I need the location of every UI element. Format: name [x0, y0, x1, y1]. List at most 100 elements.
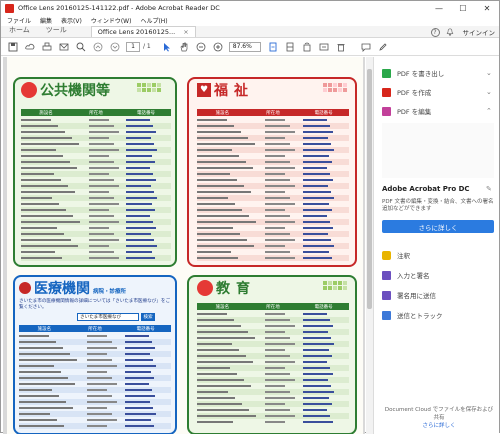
minimize-button[interactable]: —: [427, 1, 451, 15]
pen-icon[interactable]: [377, 41, 389, 53]
section-education-title: 教育: [197, 279, 256, 297]
toolbar: 1 / 1 87.6%: [1, 38, 499, 56]
section-title-text: 公共機関等: [40, 83, 110, 99]
comment-icon: [382, 250, 391, 260]
table-education: [197, 311, 349, 425]
promo-title: Adobe Acrobat Pro DC: [382, 185, 470, 193]
menu-view[interactable]: 表示(V): [61, 16, 82, 25]
vertical-scrollbar[interactable]: [366, 57, 373, 434]
learn-more-button[interactable]: さらに詳しく: [382, 220, 494, 233]
col-phone: 電話番号: [314, 304, 333, 310]
table-public: [21, 117, 171, 261]
section-public-title: 公共機関等: [21, 81, 110, 99]
menu-help[interactable]: ヘルプ(H): [140, 16, 167, 25]
delete-icon[interactable]: [335, 41, 347, 53]
read-mode-icon[interactable]: [318, 41, 330, 53]
medical-search-box: さいたま市医療なび: [77, 313, 139, 321]
menu-file[interactable]: ファイル: [7, 16, 31, 25]
table-row: [19, 423, 171, 429]
zoom-level-select[interactable]: 87.6%: [228, 41, 261, 52]
section-title-text: 教育: [216, 281, 256, 297]
sign-in-link[interactable]: サインイン: [463, 27, 496, 37]
save-icon[interactable]: [7, 41, 19, 53]
tab-home[interactable]: ホーム: [1, 25, 38, 37]
footer-text: Document Cloud でファイルを保存および共有: [384, 407, 494, 421]
deco-squares: [323, 83, 347, 92]
table-header-welfare: 施設名 所在地 電話番号: [197, 109, 349, 116]
tab-close-icon[interactable]: ×: [183, 28, 188, 36]
col-facility: 施設名: [215, 304, 230, 310]
fill-sign-tool[interactable]: 入力と署名: [382, 269, 430, 281]
close-button[interactable]: ✕: [475, 1, 499, 15]
col-facility: 施設名: [215, 110, 230, 116]
zoom-in-icon[interactable]: [212, 41, 224, 53]
col-phone: 電話番号: [137, 110, 155, 116]
edit-pdf-icon: [382, 106, 391, 116]
chevron-down-icon: ⌄: [486, 88, 492, 96]
col-phone: 電話番号: [314, 110, 333, 116]
page-number-input[interactable]: 1: [126, 41, 140, 52]
send-track-icon: [382, 310, 391, 320]
tab-document[interactable]: Office Lens 20160125... ×: [90, 26, 196, 37]
scroll-mode-icon[interactable]: [284, 41, 296, 53]
document-viewport[interactable]: 公共機関等 施設名 所在地 電話番号 ♥ 福祉 施設名 所在地 電話番号 医療機…: [3, 57, 365, 434]
title-bar: Office Lens 20160125-141122.pdf - Adobe …: [1, 1, 499, 15]
fit-page-icon[interactable]: [267, 41, 279, 53]
comment-tool[interactable]: 注釈: [382, 249, 410, 261]
menu-edit[interactable]: 編集: [40, 16, 52, 25]
footer-learn-more-link[interactable]: さらに詳しく: [384, 422, 494, 430]
page-total: / 1: [143, 43, 151, 50]
export-pdf-label: PDF を書き出し: [397, 70, 445, 78]
edit-pdf-item[interactable]: PDF を編集 ⌃: [382, 105, 492, 117]
prev-page-icon[interactable]: [92, 41, 104, 53]
notification-icon[interactable]: [446, 28, 455, 37]
deco-squares: [137, 83, 161, 92]
promo-description: PDF 文書の編集・変換・結合、文書への署名追加などができます: [382, 199, 494, 212]
edit-pdf-label: PDF を編集: [397, 108, 432, 116]
search-icon[interactable]: [75, 41, 87, 53]
mascot-icon: [21, 82, 37, 98]
next-page-icon[interactable]: [109, 41, 121, 53]
section-title-text: 福祉: [214, 83, 254, 99]
print-icon[interactable]: [41, 41, 53, 53]
document-cloud-footer: Document Cloud でファイルを保存および共有 さらに詳しく: [384, 406, 494, 430]
send-track-label: 送信とトラック: [397, 312, 443, 320]
email-icon[interactable]: [58, 41, 70, 53]
section-welfare-title: ♥ 福祉: [197, 81, 254, 99]
right-tools-pane: PDF を書き出し ⌄ PDF を作成 ⌄ PDF を編集 ⌃ Adobe Ac…: [373, 57, 499, 434]
fill-sign-icon: [382, 270, 391, 280]
pdf-page: 公共機関等 施設名 所在地 電話番号 ♥ 福祉 施設名 所在地 電話番号 医療機…: [7, 57, 363, 434]
hand-tool-icon[interactable]: [178, 41, 190, 53]
section-subtitle: 病院・診療所: [93, 289, 127, 295]
col-address: 所在地: [88, 326, 102, 332]
rotate-icon[interactable]: [301, 41, 313, 53]
upload-icon[interactable]: [24, 41, 36, 53]
col-address: 所在地: [266, 304, 280, 310]
scrollbar-thumb[interactable]: [367, 69, 372, 309]
menu-window[interactable]: ウィンドウ(W): [91, 16, 132, 25]
help-icon[interactable]: ?: [430, 27, 440, 37]
zoom-out-icon[interactable]: [195, 41, 207, 53]
welfare-icon: ♥: [197, 83, 211, 97]
acrobat-window: Office Lens 20160125-141122.pdf - Adobe …: [0, 0, 500, 434]
deco-squares: [323, 281, 347, 290]
menu-bar: ファイル 編集 表示(V) ウィンドウ(W) ヘルプ(H): [1, 15, 499, 26]
table-header-medical: 施設名 所在地 電話番号: [19, 325, 171, 332]
tab-bar: ホーム ツール Office Lens 20160125... × ? サインイ…: [1, 26, 499, 38]
send-track-tool[interactable]: 送信とトラック: [382, 309, 443, 321]
section-medical-title: 医療機関 病院・診療所: [19, 279, 126, 297]
document-tab-label: Office Lens 20160125...: [97, 28, 176, 36]
export-pdf-item[interactable]: PDF を書き出し ⌄: [382, 67, 492, 79]
comment-tool-label: 注釈: [397, 252, 410, 260]
table-header-education: 施設名 所在地 電話番号: [197, 303, 349, 310]
table-row: [197, 255, 349, 261]
comment-icon[interactable]: [360, 41, 372, 53]
select-cursor-icon[interactable]: [161, 41, 173, 53]
create-pdf-icon: [382, 87, 391, 97]
pin-icon[interactable]: ✎: [486, 185, 492, 193]
tab-tools[interactable]: ツール: [38, 25, 75, 37]
col-phone: 電話番号: [136, 326, 155, 332]
send-for-signature-tool[interactable]: 署名用に送信: [382, 289, 436, 301]
maximize-button[interactable]: ☐: [451, 1, 475, 15]
create-pdf-item[interactable]: PDF を作成 ⌄: [382, 86, 492, 98]
